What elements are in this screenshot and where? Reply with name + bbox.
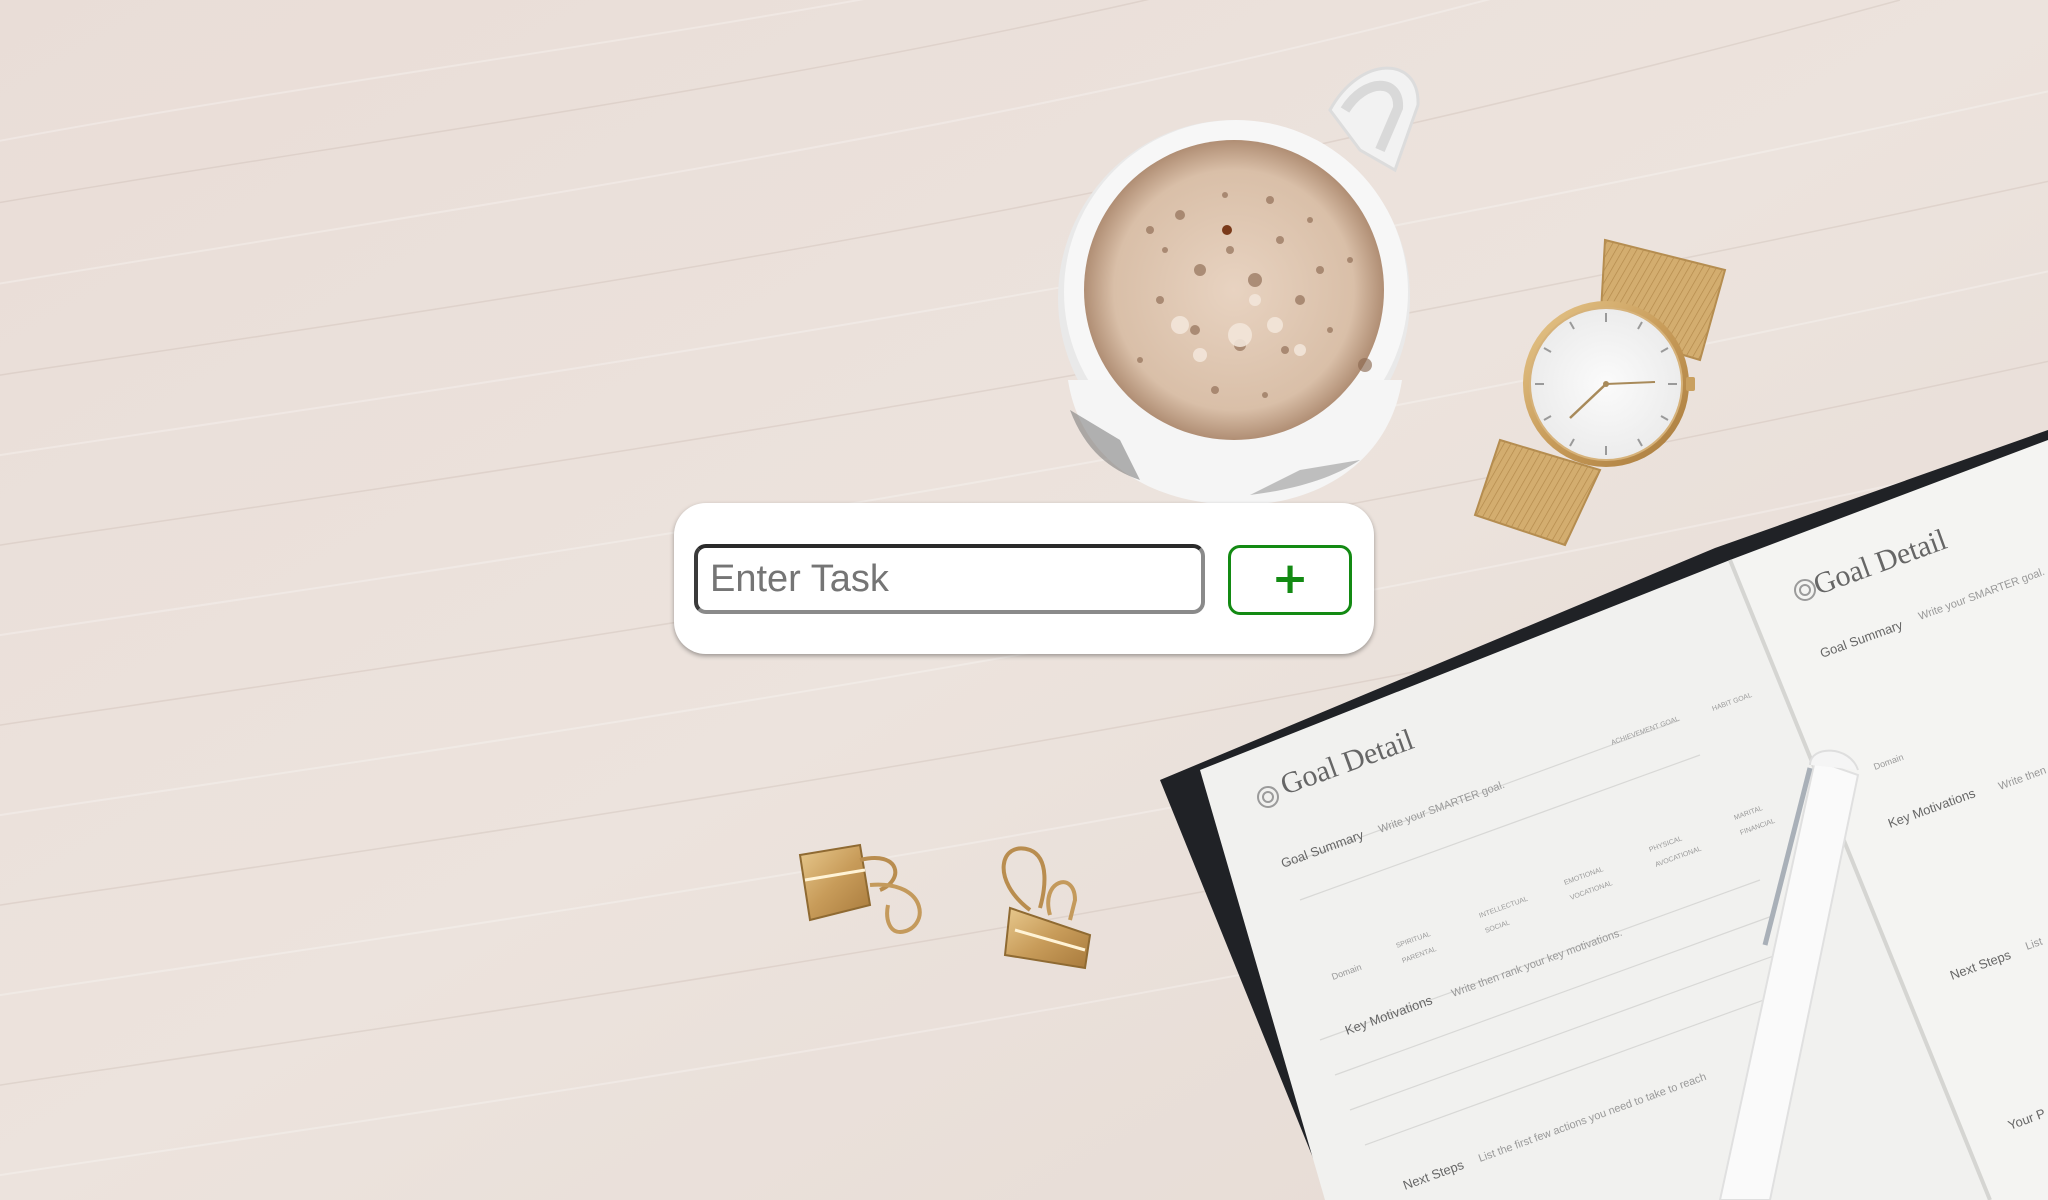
task-form-card: +	[674, 503, 1374, 654]
plus-icon: +	[1271, 553, 1309, 604]
task-input[interactable]	[694, 544, 1205, 614]
add-task-button[interactable]: +	[1228, 545, 1352, 615]
